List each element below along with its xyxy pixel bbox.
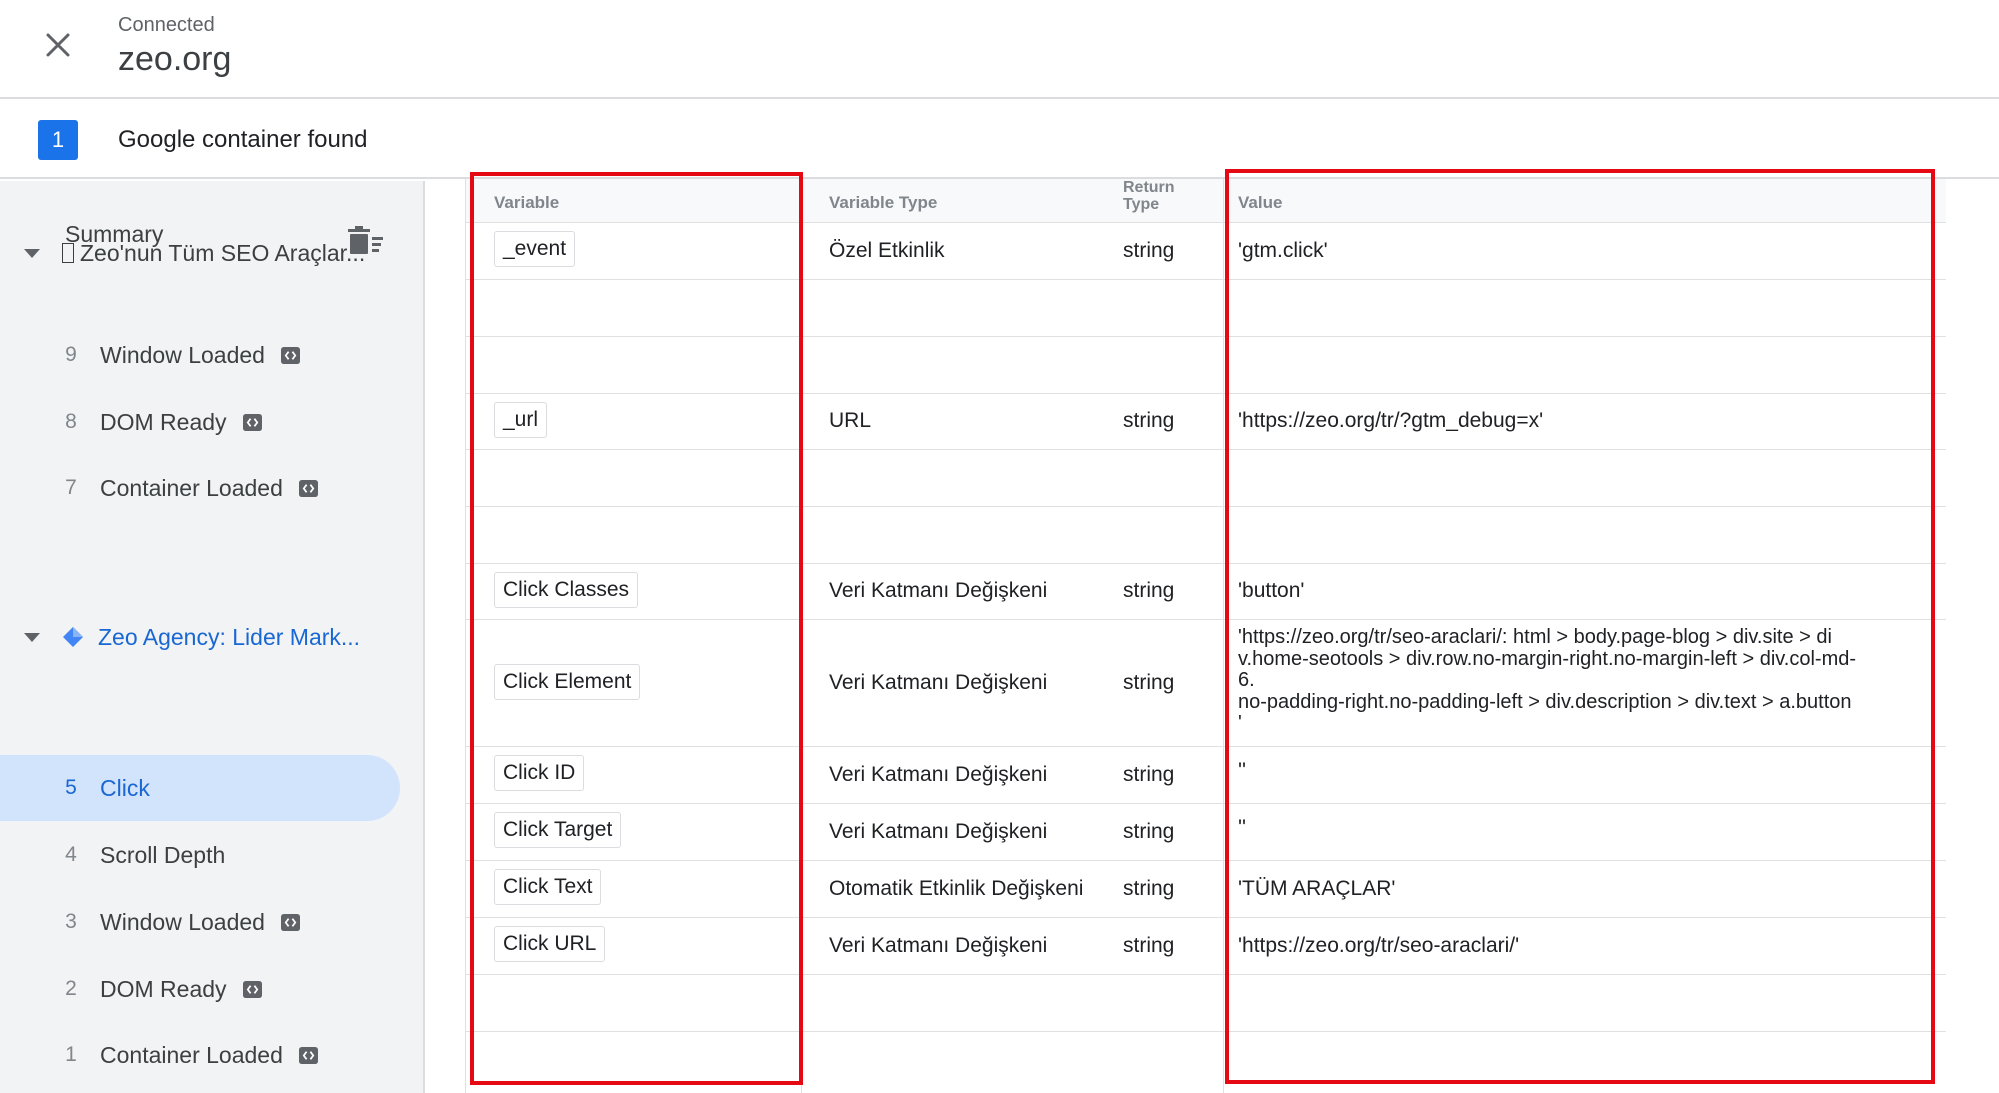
- connection-status: Connected: [118, 14, 215, 36]
- variable-chip[interactable]: _url: [494, 402, 548, 438]
- variable-value: 'https://zeo.org/tr/seo-araclari/: html …: [1238, 626, 1857, 734]
- col-header-variable-type: Variable Type: [829, 193, 938, 212]
- code-tag-icon: [298, 1046, 318, 1064]
- return-type: string: [1123, 820, 1175, 843]
- table-header: Variable Variable Type Return Type Value: [466, 179, 1946, 223]
- event-number: 5: [65, 776, 77, 799]
- variable-type: Otomatik Etkinlik Değişkeni: [829, 877, 1084, 900]
- variable-chip[interactable]: Click URL: [494, 926, 606, 962]
- return-type: string: [1123, 239, 1175, 262]
- caret-down-icon: [24, 249, 40, 258]
- diamond-icon: [63, 627, 83, 647]
- event-item-dom-ready[interactable]: 2 DOM Ready: [0, 956, 400, 1022]
- return-type: string: [1123, 763, 1175, 786]
- code-tag-icon: [280, 913, 300, 931]
- variable-type: Veri Katmanı Değişkeni: [829, 579, 1048, 602]
- event-name: Container Loaded: [100, 1041, 283, 1068]
- empty-row: [466, 975, 1946, 1032]
- variable-type: Veri Katmanı Değişkeni: [829, 763, 1048, 786]
- page-group-zeo-agency[interactable]: Zeo Agency: Lider Mark...: [0, 615, 425, 659]
- event-item-window-loaded[interactable]: 3 Window Loaded: [0, 889, 400, 955]
- event-number: 1: [65, 1043, 77, 1066]
- close-icon[interactable]: [38, 25, 78, 65]
- variable-chip[interactable]: Click ID: [494, 755, 585, 791]
- empty-row: [466, 450, 1946, 507]
- table-row: _url URL string 'https://zeo.org/tr/?gtm…: [466, 394, 1946, 450]
- empty-row: [466, 280, 1946, 337]
- variable-type: Özel Etkinlik: [829, 239, 945, 262]
- event-item-click[interactable]: 5 Click: [0, 755, 400, 821]
- variable-chip[interactable]: Click Text: [494, 869, 602, 905]
- site-name: zeo.org: [118, 40, 232, 78]
- return-type: string: [1123, 579, 1175, 602]
- variable-value: '': [1238, 759, 1247, 782]
- variable-chip[interactable]: Click Classes: [494, 572, 639, 608]
- table-row: Click Text Otomatik Etkinlik Değişkeni s…: [466, 861, 1946, 918]
- table-row: Click ID Veri Katmanı Değişkeni string '…: [466, 747, 1946, 804]
- page-group-label: Zeo'nun Tüm SEO Araçlar...: [80, 239, 366, 266]
- table-row: Click Target Veri Katmanı Değişkeni stri…: [466, 804, 1946, 861]
- table-row: Click URL Veri Katmanı Değişkeni string …: [466, 918, 1946, 975]
- return-type: string: [1123, 877, 1175, 900]
- code-tag-icon: [242, 413, 262, 431]
- variables-table: Variable Variable Type Return Type Value …: [465, 179, 1946, 1093]
- event-name: Container Loaded: [100, 474, 283, 501]
- table-row: Click Element Veri Katmanı Değişkeni str…: [466, 620, 1946, 747]
- variable-chip[interactable]: Click Element: [494, 664, 641, 700]
- variable-value: '': [1238, 816, 1247, 839]
- event-number: 9: [65, 343, 77, 366]
- variable-type: URL: [829, 409, 872, 432]
- table-row: _event Özel Etkinlik string 'gtm.click': [466, 223, 1946, 280]
- variable-chip[interactable]: Click Target: [494, 812, 622, 848]
- event-number: 3: [65, 910, 77, 933]
- top-bar: [0, 0, 1999, 99]
- event-number: 7: [65, 476, 77, 499]
- container-found-label: Google container found: [118, 126, 368, 153]
- return-type: string: [1123, 934, 1175, 957]
- variable-value: 'TÜM ARAÇLAR': [1238, 877, 1396, 900]
- code-tag-icon: [280, 346, 300, 364]
- event-name: Window Loaded: [100, 908, 265, 935]
- empty-row: [466, 337, 1946, 394]
- variable-value: 'https://zeo.org/tr/?gtm_debug=x': [1238, 409, 1544, 432]
- event-item-dom-ready[interactable]: 8 DOM Ready: [0, 389, 400, 455]
- variable-value: 'button': [1238, 579, 1305, 602]
- variable-type: Veri Katmanı Değişkeni: [829, 671, 1048, 694]
- event-name: DOM Ready: [100, 408, 227, 435]
- variable-value: 'gtm.click': [1238, 239, 1328, 262]
- event-item-window-loaded[interactable]: 9 Window Loaded: [0, 322, 400, 388]
- code-tag-icon: [298, 479, 318, 497]
- missing-glyph-icon: [62, 242, 74, 263]
- col-header-return-type: Return Type: [1123, 179, 1175, 213]
- event-number: 2: [65, 977, 77, 1000]
- event-sidebar: Summary Zeo'nun Tüm SEO Araçlar... 9 Win…: [0, 181, 425, 1093]
- event-number: 4: [65, 843, 77, 866]
- caret-down-icon: [24, 633, 40, 642]
- container-count-badge: 1: [38, 120, 78, 160]
- return-type: string: [1123, 409, 1175, 432]
- event-name: Click: [100, 774, 150, 801]
- event-item-scroll-depth[interactable]: 4 Scroll Depth: [0, 822, 400, 888]
- col-header-variable: Variable: [494, 193, 560, 212]
- event-item-container-loaded[interactable]: 7 Container Loaded: [0, 455, 400, 521]
- event-name: DOM Ready: [100, 975, 227, 1002]
- page-group-label: Zeo Agency: Lider Mark...: [98, 623, 361, 650]
- code-tag-icon: [242, 980, 262, 998]
- event-number: 8: [65, 410, 77, 433]
- page-group-seo-tools[interactable]: Zeo'nun Tüm SEO Araçlar...: [0, 231, 425, 275]
- table-row: Click Classes Veri Katmanı Değişkeni str…: [466, 564, 1946, 620]
- empty-row: [466, 507, 1946, 564]
- variable-type: Veri Katmanı Değişkeni: [829, 820, 1048, 843]
- event-item-container-loaded[interactable]: 1 Container Loaded: [0, 1022, 400, 1088]
- variable-chip[interactable]: _event: [494, 231, 576, 267]
- variable-type: Veri Katmanı Değişkeni: [829, 934, 1048, 957]
- event-name: Window Loaded: [100, 341, 265, 368]
- col-header-value: Value: [1238, 193, 1283, 212]
- return-type: string: [1123, 671, 1175, 694]
- variable-value: 'https://zeo.org/tr/seo-araclari/': [1238, 934, 1520, 957]
- event-name: Scroll Depth: [100, 841, 226, 868]
